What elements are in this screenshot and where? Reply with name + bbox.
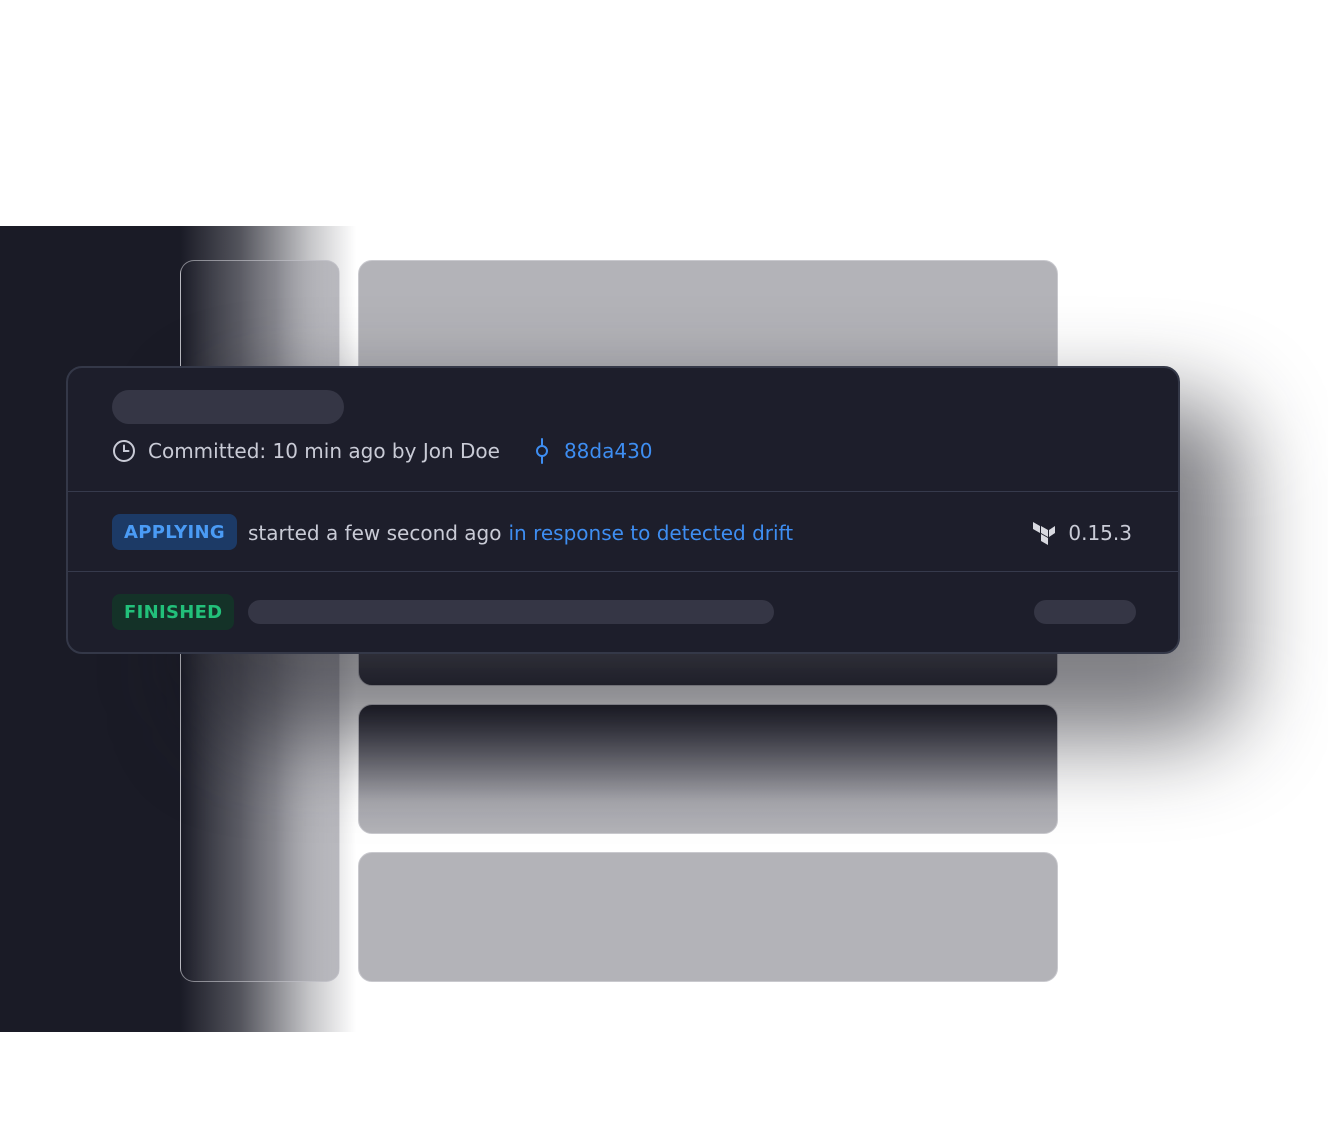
started-text: started a few second ago <box>248 521 502 545</box>
commit-hash-link[interactable]: 88da430 <box>564 439 653 463</box>
run-header: Committed: 10 min ago by Jon Doe 88da430 <box>68 368 1178 491</box>
description-skeleton <box>248 600 774 624</box>
commit-info: Committed: 10 min ago by Jon Doe 88da430 <box>112 436 653 466</box>
clock-icon <box>112 439 136 463</box>
applying-row[interactable]: APPLYING started a few second ago in res… <box>68 491 1178 571</box>
applying-status-badge: APPLYING <box>112 514 237 550</box>
commit-text: Committed: 10 min ago by Jon Doe <box>148 439 500 463</box>
git-commit-icon <box>532 438 552 464</box>
version-skeleton <box>1034 600 1136 624</box>
finished-status-badge: FINISHED <box>112 594 235 630</box>
terraform-version: 0.15.3 <box>1032 518 1132 548</box>
background-card <box>358 852 1058 982</box>
run-card[interactable]: Committed: 10 min ago by Jon Doe 88da430… <box>66 366 1180 654</box>
finished-row[interactable]: FINISHED <box>68 571 1178 652</box>
scene: Committed: 10 min ago by Jon Doe 88da430… <box>0 0 1328 1148</box>
version-text: 0.15.3 <box>1068 521 1132 545</box>
applying-status-text: started a few second ago in response to … <box>248 518 793 548</box>
title-skeleton <box>112 390 344 424</box>
drift-link[interactable]: in response to detected drift <box>509 521 794 545</box>
terraform-icon <box>1032 521 1056 545</box>
